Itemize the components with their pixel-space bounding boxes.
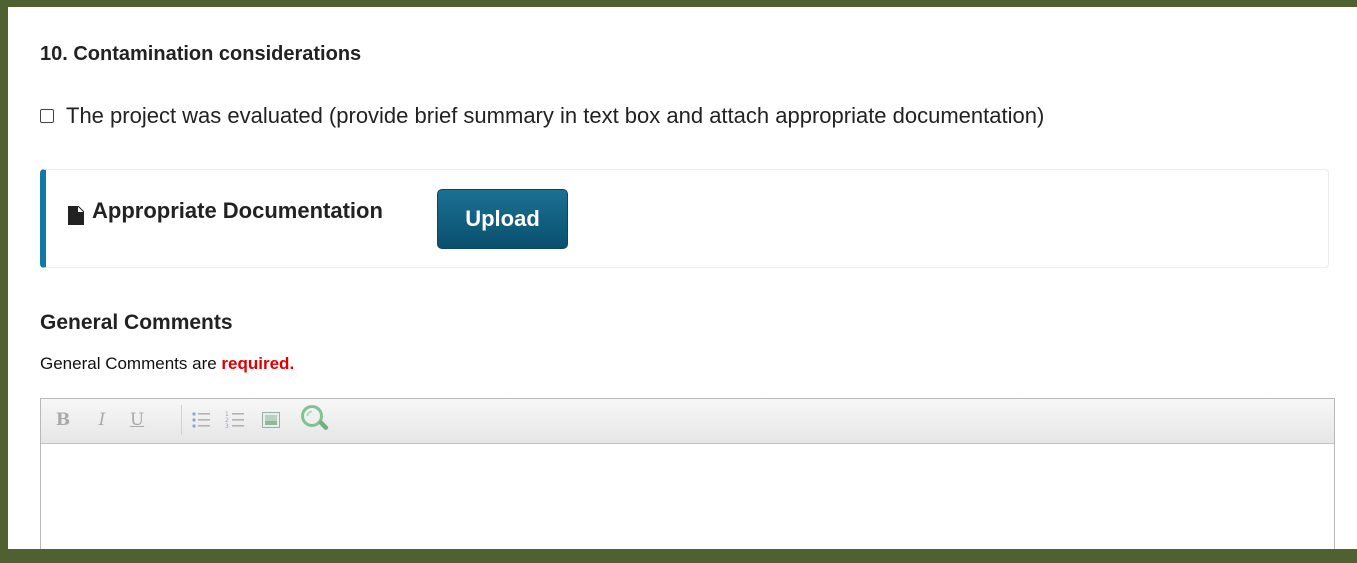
documentation-label: Appropriate Documentation: [92, 198, 383, 223]
toolbar-divider: [181, 405, 182, 435]
italic-icon[interactable]: I: [92, 409, 112, 431]
form-panel: 10. Contamination considerations The pro…: [8, 7, 1357, 549]
svg-text:3: 3: [225, 423, 229, 430]
general-comments-heading: General Comments: [40, 311, 233, 334]
image-icon[interactable]: [261, 409, 281, 431]
documentation-card: Appropriate Documentation Upload: [40, 169, 1329, 268]
file-icon: [68, 206, 84, 225]
comments-textarea[interactable]: [41, 445, 1334, 549]
bulleted-list-icon[interactable]: [191, 409, 211, 431]
required-label: required.: [221, 354, 295, 373]
section-title: 10. Contamination considerations: [40, 43, 362, 65]
comments-note-text: General Comments are: [40, 354, 217, 373]
evaluated-checkbox[interactable]: [40, 109, 54, 123]
editor-toolbar: B I U 1 2 3: [41, 399, 1334, 444]
bold-icon[interactable]: B: [53, 409, 73, 431]
zoom-icon[interactable]: [299, 403, 331, 437]
comments-editor: B I U 1 2 3: [40, 398, 1335, 549]
upload-button[interactable]: Upload: [437, 189, 568, 249]
underline-icon[interactable]: U: [127, 409, 147, 431]
evaluated-checkbox-label[interactable]: The project was evaluated (provide brief…: [66, 103, 1044, 129]
general-comments-note: General Comments are required.: [40, 354, 294, 374]
numbered-list-icon[interactable]: 1 2 3: [225, 409, 245, 431]
evaluated-checkbox-row[interactable]: The project was evaluated (provide brief…: [40, 103, 1044, 129]
